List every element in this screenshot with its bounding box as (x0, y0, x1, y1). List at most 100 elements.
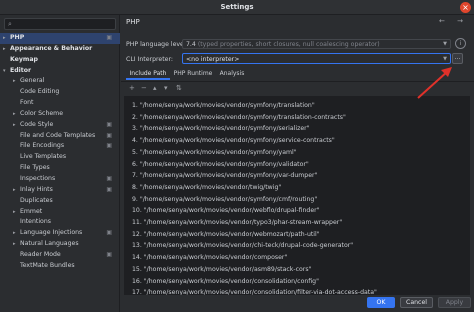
chevron-right-icon[interactable]: ▸ (13, 207, 16, 218)
back-forward-arrows[interactable]: ← → (439, 17, 468, 25)
language-level-value: 7.4 (186, 41, 196, 48)
sidebar-item[interactable]: Code Editing (0, 87, 120, 98)
sidebar-item[interactable]: ▸ PHP ▣ (0, 33, 120, 44)
list-item[interactable]: 11. "/home/senya/work/movies/vendor/typo… (132, 217, 342, 228)
tab-analysis[interactable]: Analysis (216, 68, 248, 80)
language-level-select[interactable]: 7.4 (typed properties, short closures, n… (182, 39, 451, 49)
chevron-down-icon: ▼ (443, 41, 447, 47)
list-item[interactable]: 12. "/home/senya/work/movies/vendor/webm… (132, 229, 320, 240)
sidebar-item[interactable]: ▸ Natural Languages (0, 239, 120, 250)
sidebar-item-label: Appearance & Behavior (10, 44, 93, 52)
list-item[interactable]: 3. "/home/senya/work/movies/vendor/symfo… (132, 123, 310, 134)
sidebar-item-label: Inlay Hints (20, 185, 53, 193)
sidebar-item[interactable]: Intentions (0, 217, 120, 228)
title-bar: Settings × (0, 0, 474, 15)
settings-tree: ▸ PHP ▣ ▸ Appearance & Behavior Keymap ▾ Editor… (0, 33, 120, 272)
sidebar-item[interactable]: ▸ Language Injections ▣ (0, 228, 120, 239)
list-item[interactable]: 4. "/home/senya/work/movies/vendor/symfo… (132, 135, 335, 146)
chevron-right-icon[interactable]: ▸ (13, 109, 16, 120)
project-scope-icon: ▣ (106, 131, 112, 139)
sidebar-item[interactable]: TextMate Bundles (0, 261, 120, 272)
project-scope-icon: ▣ (106, 120, 112, 128)
project-scope-icon: ▣ (106, 229, 112, 237)
sidebar-item-label: Code Style (20, 120, 54, 128)
cli-interpreter-value: <no interpreter> (186, 55, 240, 63)
sidebar-item[interactable]: ▸ Inlay Hints ▣ (0, 185, 120, 196)
sidebar-item[interactable]: Font (0, 98, 120, 109)
list-item[interactable]: 8. "/home/senya/work/movies/vendor/twig/… (132, 182, 281, 193)
sidebar-item-label: Natural Languages (20, 240, 79, 248)
project-scope-icon: ▣ (106, 34, 112, 41)
info-icon[interactable]: i (455, 38, 466, 49)
close-icon[interactable]: × (460, 2, 471, 13)
chevron-right-icon[interactable]: ▸ (13, 239, 16, 250)
sidebar-item[interactable]: Keymap (0, 55, 120, 66)
chevron-right-icon[interactable]: ▸ (3, 33, 6, 44)
chevron-right-icon[interactable]: ▸ (13, 185, 16, 196)
chevron-right-icon[interactable]: ▸ (13, 120, 16, 131)
search-input[interactable] (17, 19, 113, 29)
list-item[interactable]: 9. "/home/senya/work/movies/vendor/symfo… (132, 194, 317, 205)
chevron-down-icon[interactable]: ▾ (3, 66, 6, 77)
list-item[interactable]: 10. "/home/senya/work/movies/vendor/webf… (132, 205, 320, 216)
cli-interpreter-select[interactable]: <no interpreter> ▼ (182, 53, 451, 64)
sidebar-item-label: PHP (10, 34, 25, 41)
sidebar-item[interactable]: Reader Mode ▣ (0, 250, 120, 261)
tab-php-runtime[interactable]: PHP Runtime (173, 68, 213, 80)
list-item[interactable]: 16. "/home/senya/work/movies/vendor/cons… (132, 276, 319, 287)
chevron-down-icon: ▼ (443, 56, 447, 62)
chevron-right-icon[interactable]: ▸ (13, 76, 16, 87)
sidebar-item[interactable]: ▸ General (0, 76, 120, 87)
sidebar-item[interactable]: File Types (0, 163, 120, 174)
chevron-right-icon[interactable]: ▸ (3, 44, 6, 55)
list-item[interactable]: 15. "/home/senya/work/movies/vendor/asm8… (132, 264, 311, 275)
language-level-description: (typed properties, short closures, null … (197, 41, 380, 48)
project-scope-icon: ▣ (106, 185, 112, 193)
sort-icon[interactable]: ⇅ (176, 84, 182, 92)
sidebar-item-label: File Types (20, 164, 50, 172)
sidebar-item[interactable]: ▾ Editor (0, 66, 120, 77)
language-level-label: PHP language level: (126, 41, 188, 48)
list-item[interactable]: 2. "/home/senya/work/movies/vendor/symfo… (132, 112, 346, 123)
settings-sidebar: ⌕ ▸ PHP ▣ ▸ Appearance & Behavior Keymap ▾ Edit… (0, 15, 120, 312)
sidebar-item[interactable]: ▸ Appearance & Behavior (0, 44, 120, 55)
sidebar-item-label: Language Injections (20, 229, 83, 237)
sidebar-item[interactable]: Inspections ▣ (0, 174, 120, 185)
browse-interpreters-button[interactable]: ... (452, 53, 463, 64)
sidebar-item[interactable]: File Encodings ▣ (0, 141, 120, 152)
php-settings-panel: PHP ← → PHP language level: 7.4 (typed p… (121, 15, 474, 312)
sidebar-item-label: TextMate Bundles (20, 261, 75, 269)
move-up-icon[interactable]: ▴ (153, 84, 157, 92)
list-item[interactable]: 5. "/home/senya/work/movies/vendor/symfo… (132, 147, 297, 158)
cancel-button[interactable]: Cancel (400, 297, 433, 308)
list-item[interactable]: 7. "/home/senya/work/movies/vendor/symfo… (132, 170, 317, 181)
sidebar-item-label: Intentions (20, 218, 51, 226)
include-path-list[interactable]: 1. "/home/senya/work/movies/vendor/symfo… (124, 96, 470, 308)
search-icon: ⌕ (8, 20, 12, 28)
window-title: Settings (220, 3, 254, 11)
chevron-right-icon[interactable]: ▸ (13, 228, 16, 239)
settings-search[interactable]: ⌕ (4, 18, 116, 30)
sidebar-item[interactable]: File and Code Templates ▣ (0, 131, 120, 142)
sidebar-item[interactable]: ▸ Code Style ▣ (0, 120, 120, 131)
ok-button[interactable]: OK (367, 297, 395, 308)
sidebar-item[interactable]: ▸ Emmet (0, 207, 120, 218)
page-title: PHP (126, 18, 140, 26)
cli-interpreter-label: CLI Interpreter: (126, 56, 173, 63)
sidebar-item-label: Emmet (20, 207, 43, 215)
list-item[interactable]: 6. "/home/senya/work/movies/vendor/symfo… (132, 159, 309, 170)
tab-include-path[interactable]: Include Path (126, 68, 170, 80)
list-item[interactable]: 14. "/home/senya/work/movies/vendor/comp… (132, 252, 287, 263)
sidebar-item[interactable]: ▸ Color Scheme (0, 109, 120, 120)
move-down-icon[interactable]: ▾ (164, 84, 168, 92)
sidebar-item-label: Font (20, 99, 34, 107)
sidebar-item-label: General (20, 77, 45, 85)
list-item[interactable]: 13. "/home/senya/work/movies/vendor/chi-… (132, 240, 353, 251)
list-item[interactable]: 1. "/home/senya/work/movies/vendor/symfo… (132, 100, 315, 111)
remove-icon[interactable]: − (141, 84, 147, 92)
sidebar-item[interactable]: Duplicates (0, 196, 120, 207)
add-icon[interactable]: + (129, 84, 135, 92)
apply-button[interactable]: Apply (438, 297, 471, 308)
sidebar-item[interactable]: Live Templates (0, 152, 120, 163)
sidebar-item-label: Duplicates (20, 196, 53, 204)
